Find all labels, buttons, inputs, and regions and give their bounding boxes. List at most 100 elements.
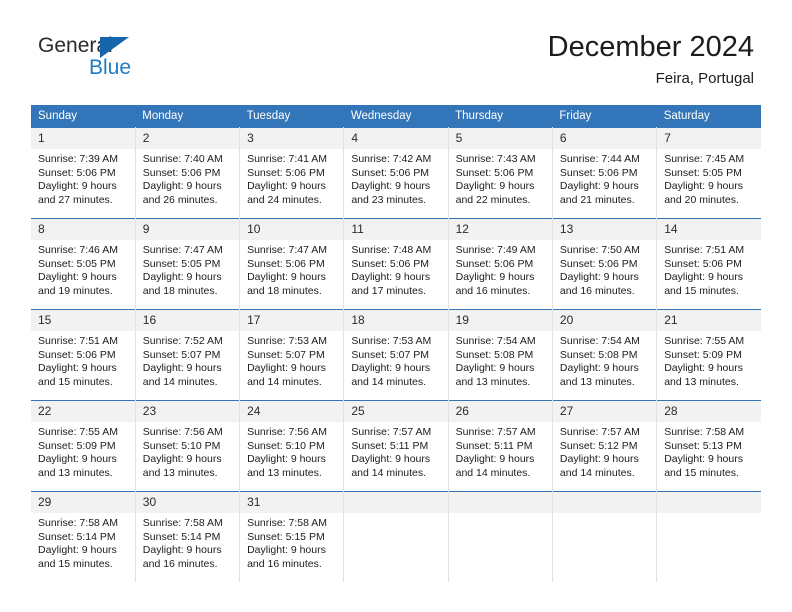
daylight-text-line1: Daylight: 9 hours <box>247 362 326 375</box>
day-cell[interactable]: 14 Sunrise: 7:51 AM Sunset: 5:06 PM Dayl… <box>656 218 761 310</box>
day-cell[interactable]: 17 Sunrise: 7:53 AM Sunset: 5:07 PM Dayl… <box>239 309 345 401</box>
day-cell[interactable]: 1 Sunrise: 7:39 AM Sunset: 5:06 PM Dayli… <box>31 127 136 219</box>
day-number: 15 <box>31 310 135 331</box>
day-number: 4 <box>344 128 448 149</box>
day-info: Sunrise: 7:55 AM Sunset: 5:09 PM Dayligh… <box>657 331 761 389</box>
sunrise-text: Sunrise: 7:42 AM <box>351 153 432 165</box>
day-info: Sunrise: 7:48 AM Sunset: 5:06 PM Dayligh… <box>344 240 447 298</box>
day-cell[interactable]: 19 Sunrise: 7:54 AM Sunset: 5:08 PM Dayl… <box>448 309 553 401</box>
day-cell[interactable]: 7 Sunrise: 7:45 AM Sunset: 5:05 PM Dayli… <box>656 127 761 219</box>
day-cell[interactable]: 4 Sunrise: 7:42 AM Sunset: 5:06 PM Dayli… <box>343 127 449 219</box>
weekday-header-saturday: Saturday <box>656 105 761 128</box>
daylight-text-line1: Daylight: 9 hours <box>247 453 326 466</box>
day-number: 8 <box>31 219 135 240</box>
day-cell[interactable]: 6 Sunrise: 7:44 AM Sunset: 5:06 PM Dayli… <box>552 127 658 219</box>
calendar-week-row: 1 Sunrise: 7:39 AM Sunset: 5:06 PM Dayli… <box>31 127 761 219</box>
day-cell[interactable]: 29 Sunrise: 7:58 AM Sunset: 5:14 PM Dayl… <box>31 491 136 582</box>
day-cell[interactable]: 18 Sunrise: 7:53 AM Sunset: 5:07 PM Dayl… <box>343 309 449 401</box>
day-cell-empty <box>343 491 449 582</box>
day-cell[interactable]: 21 Sunrise: 7:55 AM Sunset: 5:09 PM Dayl… <box>656 309 761 401</box>
daylight-text-line2: and 22 minutes. <box>455 193 531 206</box>
day-info: Sunrise: 7:54 AM Sunset: 5:08 PM Dayligh… <box>553 331 656 389</box>
sunset-text: Sunset: 5:06 PM <box>559 257 638 270</box>
sunset-text: Sunset: 5:07 PM <box>247 348 325 361</box>
day-cell[interactable]: 24 Sunrise: 7:56 AM Sunset: 5:10 PM Dayl… <box>239 400 345 492</box>
day-info: Sunrise: 7:54 AM Sunset: 5:08 PM Dayligh… <box>449 331 552 389</box>
sunset-text: Sunset: 5:06 PM <box>38 348 116 361</box>
sunrise-text: Sunrise: 7:47 AM <box>142 244 223 256</box>
daylight-text-line1: Daylight: 9 hours <box>247 544 326 557</box>
sunrise-text: Sunrise: 7:54 AM <box>559 335 640 347</box>
calendar-grid: Sunday Monday Tuesday Wednesday Thursday… <box>31 105 761 582</box>
weekday-header-thursday: Thursday <box>448 105 553 128</box>
day-cell[interactable]: 31 Sunrise: 7:58 AM Sunset: 5:15 PM Dayl… <box>239 491 345 582</box>
sunrise-text: Sunrise: 7:50 AM <box>559 244 640 256</box>
day-cell[interactable]: 5 Sunrise: 7:43 AM Sunset: 5:06 PM Dayli… <box>448 127 553 219</box>
calendar-week-row: 29 Sunrise: 7:58 AM Sunset: 5:14 PM Dayl… <box>31 491 761 582</box>
day-number <box>657 492 761 513</box>
day-number: 31 <box>240 492 344 513</box>
day-cell[interactable]: 26 Sunrise: 7:57 AM Sunset: 5:11 PM Dayl… <box>448 400 553 492</box>
day-cell[interactable]: 13 Sunrise: 7:50 AM Sunset: 5:06 PM Dayl… <box>552 218 658 310</box>
day-cell[interactable]: 30 Sunrise: 7:58 AM Sunset: 5:14 PM Dayl… <box>135 491 241 582</box>
day-cell[interactable]: 16 Sunrise: 7:52 AM Sunset: 5:07 PM Dayl… <box>135 309 241 401</box>
day-cell[interactable]: 2 Sunrise: 7:40 AM Sunset: 5:06 PM Dayli… <box>135 127 241 219</box>
daylight-text-line1: Daylight: 9 hours <box>559 180 639 193</box>
sunrise-text: Sunrise: 7:39 AM <box>38 153 118 165</box>
sunrise-text: Sunrise: 7:47 AM <box>247 244 328 256</box>
sunset-text: Sunset: 5:14 PM <box>142 530 221 543</box>
day-cell[interactable]: 27 Sunrise: 7:57 AM Sunset: 5:12 PM Dayl… <box>552 400 658 492</box>
day-number: 22 <box>31 401 135 422</box>
sunrise-text: Sunrise: 7:56 AM <box>142 426 223 438</box>
day-number: 6 <box>552 128 657 149</box>
day-cell-empty <box>656 491 761 582</box>
day-cell-empty <box>448 491 553 582</box>
day-cell[interactable]: 22 Sunrise: 7:55 AM Sunset: 5:09 PM Dayl… <box>31 400 136 492</box>
sunset-text: Sunset: 5:06 PM <box>351 257 429 270</box>
day-info: Sunrise: 7:50 AM Sunset: 5:06 PM Dayligh… <box>553 240 656 298</box>
general-blue-logo[interactable]: General Blue <box>38 34 218 88</box>
day-number <box>344 492 448 513</box>
day-cell[interactable]: 28 Sunrise: 7:58 AM Sunset: 5:13 PM Dayl… <box>656 400 761 492</box>
day-number: 18 <box>344 310 448 331</box>
day-cell[interactable]: 3 Sunrise: 7:41 AM Sunset: 5:06 PM Dayli… <box>239 127 345 219</box>
sunset-text: Sunset: 5:06 PM <box>142 166 221 179</box>
daylight-text-line1: Daylight: 9 hours <box>351 362 431 375</box>
day-cell[interactable]: 11 Sunrise: 7:48 AM Sunset: 5:06 PM Dayl… <box>343 218 449 310</box>
day-info: Sunrise: 7:47 AM Sunset: 5:05 PM Dayligh… <box>136 240 239 298</box>
daylight-text-line1: Daylight: 9 hours <box>455 180 535 193</box>
day-cell[interactable]: 20 Sunrise: 7:54 AM Sunset: 5:08 PM Dayl… <box>552 309 658 401</box>
day-info: Sunrise: 7:57 AM Sunset: 5:12 PM Dayligh… <box>553 422 656 480</box>
day-cell[interactable]: 10 Sunrise: 7:47 AM Sunset: 5:06 PM Dayl… <box>239 218 345 310</box>
sunrise-text: Sunrise: 7:56 AM <box>247 426 328 438</box>
daylight-text-line2: and 13 minutes. <box>142 466 218 479</box>
sunrise-text: Sunrise: 7:57 AM <box>351 426 432 438</box>
sunset-text: Sunset: 5:06 PM <box>247 257 325 270</box>
sunrise-text: Sunrise: 7:53 AM <box>247 335 328 347</box>
daylight-text-line2: and 16 minutes. <box>142 557 218 570</box>
day-info: Sunrise: 7:53 AM Sunset: 5:07 PM Dayligh… <box>240 331 343 389</box>
daylight-text-line2: and 26 minutes. <box>142 193 218 206</box>
sunrise-text: Sunrise: 7:55 AM <box>664 335 745 347</box>
sunrise-text: Sunrise: 7:58 AM <box>142 517 223 529</box>
day-number: 10 <box>240 219 344 240</box>
day-cell[interactable]: 23 Sunrise: 7:56 AM Sunset: 5:10 PM Dayl… <box>135 400 241 492</box>
day-info: Sunrise: 7:42 AM Sunset: 5:06 PM Dayligh… <box>344 149 447 207</box>
daylight-text-line2: and 14 minutes. <box>142 375 218 388</box>
day-number: 25 <box>344 401 448 422</box>
sunset-text: Sunset: 5:05 PM <box>38 257 116 270</box>
title-block: December 2024 Feira, Portugal <box>548 30 754 88</box>
sunset-text: Sunset: 5:06 PM <box>38 166 116 179</box>
day-cell[interactable]: 8 Sunrise: 7:46 AM Sunset: 5:05 PM Dayli… <box>31 218 136 310</box>
day-number: 23 <box>135 401 240 422</box>
day-number: 3 <box>240 128 344 149</box>
day-cell[interactable]: 15 Sunrise: 7:51 AM Sunset: 5:06 PM Dayl… <box>31 309 136 401</box>
day-cell[interactable]: 12 Sunrise: 7:49 AM Sunset: 5:06 PM Dayl… <box>448 218 553 310</box>
day-number: 7 <box>657 128 761 149</box>
sunrise-text: Sunrise: 7:41 AM <box>247 153 328 165</box>
day-cell[interactable]: 9 Sunrise: 7:47 AM Sunset: 5:05 PM Dayli… <box>135 218 241 310</box>
daylight-text-line1: Daylight: 9 hours <box>38 544 117 557</box>
sunset-text: Sunset: 5:13 PM <box>664 439 742 452</box>
sunrise-text: Sunrise: 7:44 AM <box>559 153 640 165</box>
day-cell[interactable]: 25 Sunrise: 7:57 AM Sunset: 5:11 PM Dayl… <box>343 400 449 492</box>
